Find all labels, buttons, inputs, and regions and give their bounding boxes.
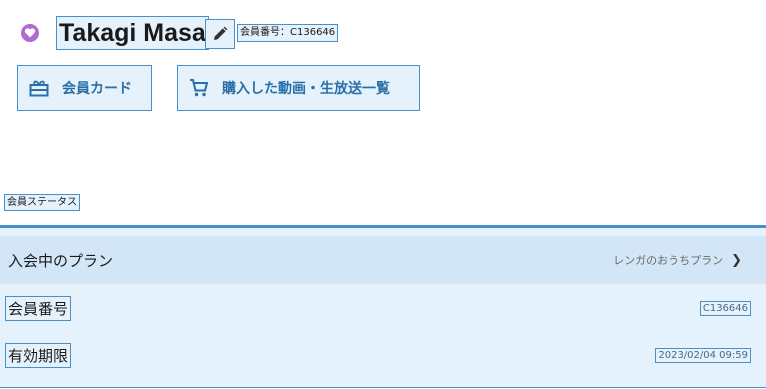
member-card-label: 会員カード xyxy=(62,81,132,97)
expiry-row-value: 2023/02/04 09:59 xyxy=(655,347,751,363)
expiry-row-label: 有効期限 xyxy=(4,342,72,368)
current-plan-value: レンガのおうちプラン xyxy=(613,254,724,267)
current-plan-value-wrap: レンガのおうちプラン ❯ xyxy=(613,252,742,268)
member-number-row-value: C136646 xyxy=(699,300,752,316)
purchased-list-button[interactable]: 購入した動画・生放送一覧 xyxy=(177,65,420,111)
expiry-row: 有効期限 2023/02/04 09:59 xyxy=(0,332,766,378)
user-name: Takagi Masa xyxy=(56,16,209,50)
current-plan-label: 入会中のプラン xyxy=(8,251,114,270)
pencil-icon xyxy=(214,26,228,40)
avatar xyxy=(21,24,39,42)
member-number-row-label: 会員番号 xyxy=(4,295,72,321)
edit-name-button[interactable] xyxy=(205,19,235,49)
heart-icon xyxy=(24,28,36,38)
current-plan-row[interactable]: 入会中のプラン レンガのおうちプラン ❯ xyxy=(0,236,766,284)
chevron-right-icon: ❯ xyxy=(731,252,742,268)
purchased-list-label: 購入した動画・生放送一覧 xyxy=(222,81,390,97)
cart-icon xyxy=(188,77,210,99)
member-status-heading: 会員ステータス xyxy=(4,194,80,211)
gift-card-icon xyxy=(28,77,50,99)
member-status-panel: 入会中のプラン レンガのおうちプラン ❯ 会員番号 C136646 有効期限 2… xyxy=(0,225,766,388)
member-card-button[interactable]: 会員カード xyxy=(17,65,152,111)
member-number-label: 会員番号：C136646 xyxy=(236,24,339,42)
member-number-row: 会員番号 C136646 xyxy=(0,285,766,331)
